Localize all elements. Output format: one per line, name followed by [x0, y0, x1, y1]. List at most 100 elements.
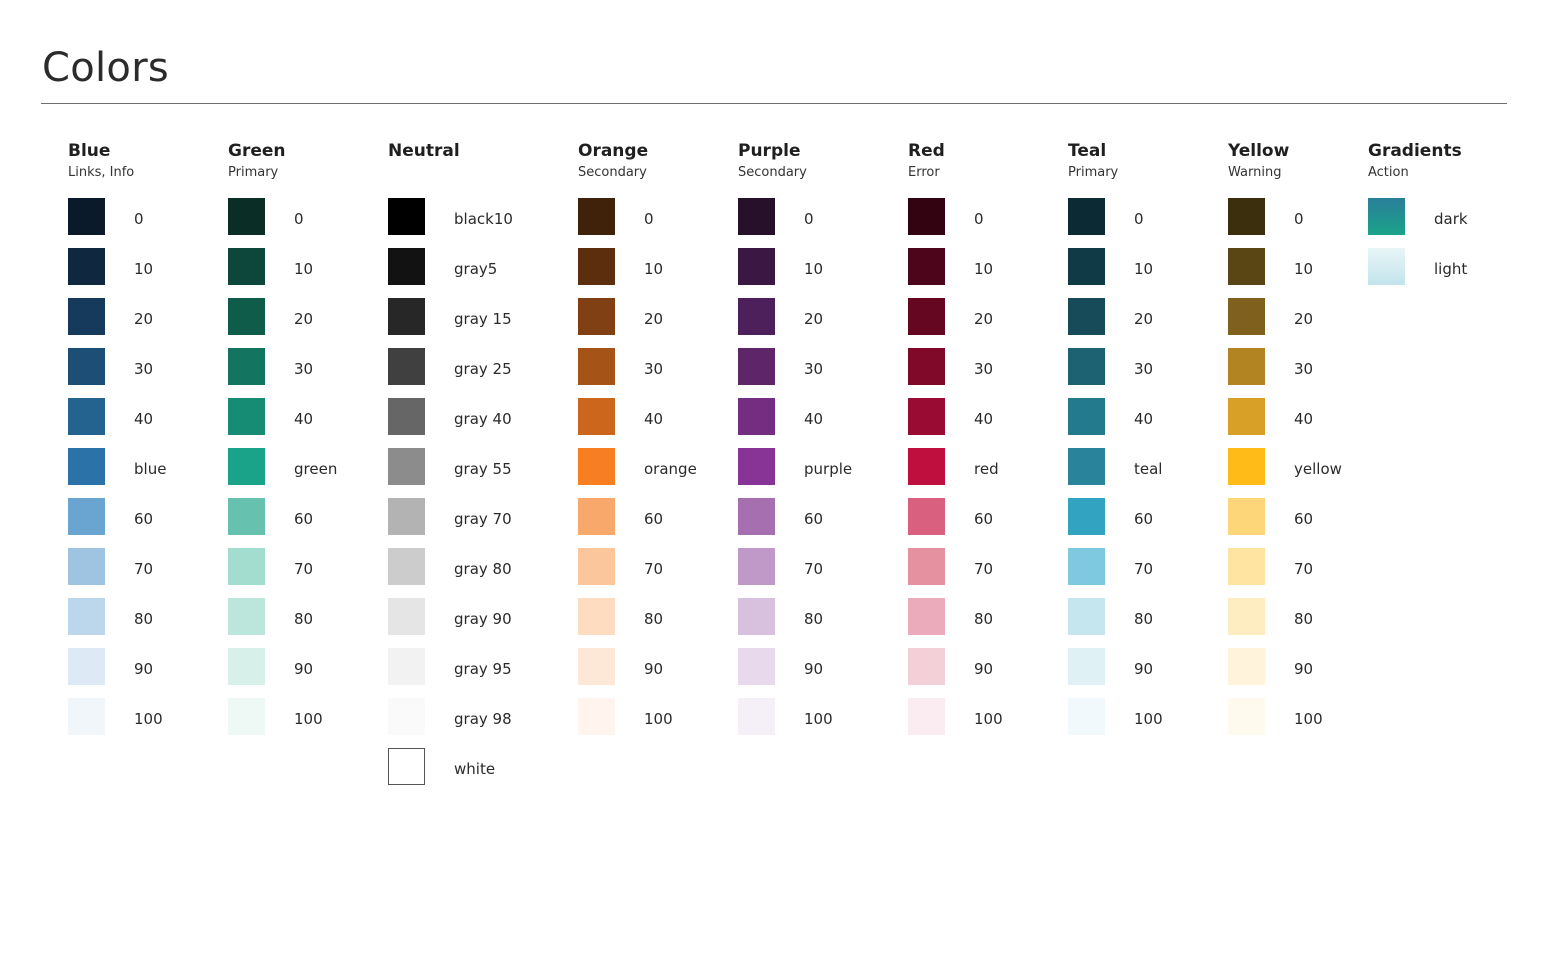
swatch-label: orange	[644, 460, 697, 478]
swatch-label: 80	[1294, 610, 1314, 628]
palette-subtitle: Secondary	[738, 165, 807, 180]
swatch-row-red-100: 100	[908, 698, 1003, 748]
palette-name: Orange	[578, 141, 649, 161]
swatch-label: 60	[644, 510, 664, 528]
swatch-row-purple-purple: purple	[738, 448, 852, 498]
swatch-label: blue	[134, 460, 167, 478]
swatch-row-teal-70: 70	[1068, 548, 1153, 598]
swatch-row-neutral-gray-55: gray 55	[388, 448, 512, 498]
swatch-row-purple-40: 40	[738, 398, 823, 448]
color-swatch	[578, 398, 615, 435]
color-swatch	[1068, 398, 1105, 435]
swatch-row-green-100: 100	[228, 698, 323, 748]
color-swatch	[738, 398, 775, 435]
swatch-row-orange-100: 100	[578, 698, 673, 748]
swatch-label: gray5	[454, 260, 498, 278]
palette-orange: Orange Secondary 0 10 20 30 40 orange 60 70 80 90 10…	[578, 140, 697, 748]
swatch-label: 60	[294, 510, 314, 528]
swatch-label: 90	[1294, 660, 1314, 678]
swatch-list: dark light	[1368, 198, 1468, 298]
color-swatch	[578, 248, 615, 285]
color-swatch	[1368, 198, 1405, 235]
swatch-row-blue-0: 0	[68, 198, 144, 248]
color-swatch	[1068, 698, 1105, 735]
swatch-row-blue-40: 40	[68, 398, 153, 448]
swatch-row-purple-30: 30	[738, 348, 823, 398]
swatch-label: 10	[644, 260, 664, 278]
swatch-label: 10	[294, 260, 314, 278]
swatch-row-blue-80: 80	[68, 598, 153, 648]
swatch-list: 0 10 20 30 40 purple 60 70 80 90 100	[738, 198, 852, 748]
color-swatch	[1228, 598, 1265, 635]
swatch-label: 60	[1294, 510, 1314, 528]
swatch-row-teal-90: 90	[1068, 648, 1153, 698]
swatch-row-red-30: 30	[908, 348, 993, 398]
color-swatch	[388, 198, 425, 235]
color-swatch	[228, 348, 265, 385]
swatch-label: gray 55	[454, 460, 512, 478]
palette-blue: Blue Links, Info 0 10 20 30 40 blue 60 70 80 90 100	[68, 140, 166, 748]
color-swatch	[228, 698, 265, 735]
swatch-row-orange-orange: orange	[578, 448, 697, 498]
palette-subtitle: Warning	[1228, 165, 1282, 180]
swatch-label: 100	[804, 710, 833, 728]
swatch-row-blue-60: 60	[68, 498, 153, 548]
swatch-row-yellow-100: 100	[1228, 698, 1323, 748]
swatch-label: 90	[294, 660, 314, 678]
color-swatch	[578, 598, 615, 635]
swatch-label: 30	[804, 360, 824, 378]
swatch-row-yellow-60: 60	[1228, 498, 1313, 548]
swatch-row-neutral-gray-90: gray 90	[388, 598, 512, 648]
swatch-row-teal-60: 60	[1068, 498, 1153, 548]
color-swatch	[578, 448, 615, 485]
swatch-label: 20	[804, 310, 824, 328]
color-swatch	[68, 498, 105, 535]
swatch-label: 20	[974, 310, 994, 328]
swatch-label: 30	[294, 360, 314, 378]
palette-subtitle: Primary	[228, 165, 279, 180]
swatch-row-purple-80: 80	[738, 598, 823, 648]
color-swatch	[68, 698, 105, 735]
palette-teal: Teal Primary 0 10 20 30 40 teal 60 70 80 90 100	[1068, 140, 1163, 748]
swatch-label: 40	[644, 410, 664, 428]
swatch-row-red-10: 10	[908, 248, 993, 298]
swatch-label: 40	[294, 410, 314, 428]
swatch-row-purple-100: 100	[738, 698, 833, 748]
swatch-row-orange-60: 60	[578, 498, 663, 548]
palette-neutral: Neutral black10 gray5 gray 15 gray 25 gray 40…	[388, 140, 513, 798]
title-divider	[41, 103, 1507, 104]
palette-green: Green Primary 0 10 20 30 40 green 60 70 80 90 100	[228, 140, 337, 748]
swatch-label: red	[974, 460, 999, 478]
color-swatch	[1228, 248, 1265, 285]
palette-gradients: Gradients Action dark light	[1368, 140, 1468, 298]
color-swatch	[738, 248, 775, 285]
swatch-label: 40	[134, 410, 154, 428]
color-swatch	[908, 598, 945, 635]
swatch-row-teal-30: 30	[1068, 348, 1153, 398]
swatch-label: gray 40	[454, 410, 512, 428]
swatch-list: 0 10 20 30 40 blue 60 70 80 90 100	[68, 198, 166, 748]
palette-name: Gradients	[1368, 141, 1462, 161]
color-swatch	[738, 648, 775, 685]
swatch-row-green-green: green	[228, 448, 337, 498]
palette-name: Neutral	[388, 141, 460, 161]
swatch-label: 70	[1294, 560, 1314, 578]
swatch-row-neutral-gray-95: gray 95	[388, 648, 512, 698]
swatch-list: 0 10 20 30 40 green 60 70 80 90 100	[228, 198, 337, 748]
swatch-label: black10	[454, 210, 513, 228]
color-swatch	[908, 548, 945, 585]
swatch-label: 30	[1294, 360, 1314, 378]
color-swatch	[388, 548, 425, 585]
swatch-row-teal-0: 0	[1068, 198, 1144, 248]
color-swatch	[578, 348, 615, 385]
swatch-row-orange-90: 90	[578, 648, 663, 698]
swatch-row-blue-20: 20	[68, 298, 153, 348]
color-swatch	[68, 298, 105, 335]
color-swatch	[578, 298, 615, 335]
color-swatch	[388, 498, 425, 535]
swatch-label: 20	[294, 310, 314, 328]
palette-subtitle: Secondary	[578, 165, 647, 180]
swatch-row-green-30: 30	[228, 348, 313, 398]
swatch-label: gray 25	[454, 360, 512, 378]
swatch-row-orange-40: 40	[578, 398, 663, 448]
